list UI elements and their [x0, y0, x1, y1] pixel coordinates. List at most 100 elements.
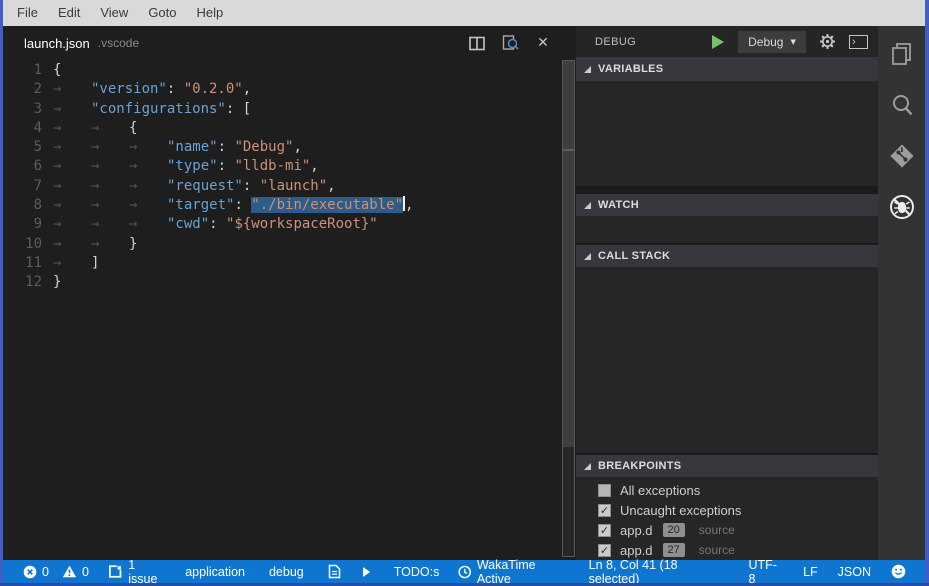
explorer-icon[interactable]: [887, 39, 917, 69]
split-editor-icon[interactable]: [468, 34, 486, 52]
build-config-status[interactable]: debug: [269, 565, 304, 579]
issue-box-icon: [108, 564, 123, 579]
code-line[interactable]: 5→→→"name": "Debug",: [3, 138, 562, 157]
line-number[interactable]: 11: [3, 254, 53, 273]
section-variables[interactable]: VARIABLES: [576, 57, 878, 81]
line-number[interactable]: 6: [3, 157, 53, 176]
breakpoint-row[interactable]: ✓app.d20source: [576, 520, 878, 540]
line-number[interactable]: 10: [3, 235, 53, 254]
file-report-icon[interactable]: [328, 564, 346, 579]
tab-indicator-icon: →: [53, 157, 91, 176]
code-token: : [: [226, 101, 251, 117]
line-number[interactable]: 5: [3, 138, 53, 157]
vscode-window: File Edit View Goto Help launch.json .vs…: [0, 0, 929, 586]
debug-no-bug-icon[interactable]: [887, 192, 917, 222]
line-number[interactable]: 4: [3, 119, 53, 138]
wakatime-status[interactable]: WakaTime Active: [458, 558, 568, 586]
tab-indicator-icon: →: [129, 196, 167, 215]
tab-indicator-icon: →: [129, 138, 167, 157]
section-call-stack[interactable]: CALL STACK: [576, 245, 878, 267]
tab-indicator-icon: →: [129, 215, 167, 234]
debug-sidebar: DEBUG Debug ▼ › VARIABLES WATCH CALL STA…: [576, 26, 878, 560]
code-line[interactable]: 8→→→"target": "./bin/executable",: [3, 196, 562, 215]
warning-count[interactable]: 0: [62, 565, 89, 579]
run-task-icon[interactable]: [363, 567, 370, 577]
breakpoint-label: app.d: [620, 543, 653, 558]
language-mode-status[interactable]: JSON: [838, 565, 871, 579]
code-line[interactable]: 6→→→"type": "lldb-mi",: [3, 157, 562, 176]
project-status[interactable]: application: [185, 565, 245, 579]
line-number[interactable]: 1: [3, 61, 53, 80]
search-icon[interactable]: [887, 90, 917, 120]
menu-help[interactable]: Help: [187, 0, 234, 26]
code-token: }: [129, 236, 137, 252]
menu-file[interactable]: File: [7, 0, 48, 26]
tab-indicator-icon: →: [53, 215, 91, 234]
menu-edit[interactable]: Edit: [48, 0, 90, 26]
warning-icon: [62, 565, 77, 578]
error-count[interactable]: 0: [23, 565, 49, 579]
todo-status[interactable]: TODO:s: [394, 565, 440, 579]
open-preview-icon[interactable]: [501, 34, 519, 52]
cursor-position-status[interactable]: Ln 8, Col 41 (18 selected): [589, 558, 729, 586]
debug-console-icon[interactable]: ›: [849, 35, 868, 49]
code-token: {: [129, 120, 137, 136]
breakpoint-checkbox[interactable]: [598, 484, 611, 497]
editor-actions: ✕: [468, 34, 552, 52]
configure-gear-icon[interactable]: [819, 33, 836, 50]
breakpoint-row[interactable]: All exceptions: [576, 480, 878, 500]
scrollbar-thumb[interactable]: [563, 61, 574, 447]
tab-indicator-icon: →: [91, 196, 129, 215]
variables-content: [576, 81, 878, 186]
line-number[interactable]: 9: [3, 215, 53, 234]
code-line[interactable]: 4→→{: [3, 119, 562, 138]
menu-goto[interactable]: Goto: [138, 0, 186, 26]
breakpoint-checkbox[interactable]: ✓: [598, 504, 611, 517]
code-token: "${workspaceRoot}": [226, 216, 378, 232]
breakpoint-row[interactable]: ✓Uncaught exceptions: [576, 500, 878, 520]
encoding-status[interactable]: UTF-8: [748, 558, 783, 586]
code-token: "name": [167, 139, 218, 155]
line-number[interactable]: 8: [3, 196, 53, 215]
tab-indicator-icon: →: [91, 177, 129, 196]
issues-status[interactable]: 1 issue: [108, 558, 166, 586]
chevron-down-icon: ▼: [790, 38, 795, 46]
feedback-smiley-icon[interactable]: [891, 564, 911, 579]
code-line[interactable]: 3→"configurations": [: [3, 100, 562, 119]
line-number[interactable]: 12: [3, 273, 53, 292]
clock-icon: [458, 565, 471, 579]
start-debug-button[interactable]: [712, 35, 724, 49]
code-line[interactable]: 9→→→"cwd": "${workspaceRoot}": [3, 215, 562, 234]
breakpoint-checkbox[interactable]: ✓: [598, 544, 611, 557]
debug-config-dropdown[interactable]: Debug ▼: [738, 31, 806, 53]
code-line[interactable]: 7→→→"request": "launch",: [3, 177, 562, 196]
section-gap: [576, 186, 878, 194]
code-line[interactable]: 12}: [3, 273, 562, 292]
code-token: ,: [405, 197, 413, 213]
code-token: :: [209, 216, 226, 232]
line-number[interactable]: 7: [3, 177, 53, 196]
code-line[interactable]: 10→→}: [3, 235, 562, 254]
section-breakpoints[interactable]: BREAKPOINTS: [576, 455, 878, 477]
tab-indicator-icon: →: [53, 138, 91, 157]
code-line[interactable]: 2→"version": "0.2.0",: [3, 80, 562, 99]
code-area[interactable]: 1{2→"version": "0.2.0",3→"configurations…: [3, 60, 562, 293]
line-number[interactable]: 2: [3, 80, 53, 99]
code-line[interactable]: 1{: [3, 61, 562, 80]
line-number[interactable]: 3: [3, 100, 53, 119]
collapse-triangle-icon: [584, 202, 591, 209]
code-line[interactable]: 11→]: [3, 254, 562, 273]
close-icon[interactable]: ✕: [534, 34, 552, 52]
git-icon[interactable]: [887, 141, 917, 171]
breakpoint-checkbox[interactable]: ✓: [598, 524, 611, 537]
code-token: "target": [167, 197, 234, 213]
tab-launch-json[interactable]: launch.json: [24, 36, 90, 51]
section-watch[interactable]: WATCH: [576, 194, 878, 216]
tab-indicator-icon: →: [53, 100, 91, 119]
menu-view[interactable]: View: [90, 0, 138, 26]
editor-scrollbar[interactable]: [562, 60, 575, 557]
code-token: }: [53, 274, 61, 290]
eol-status[interactable]: LF: [803, 565, 818, 579]
tab-indicator-icon: →: [91, 138, 129, 157]
call-stack-content: [576, 267, 878, 453]
